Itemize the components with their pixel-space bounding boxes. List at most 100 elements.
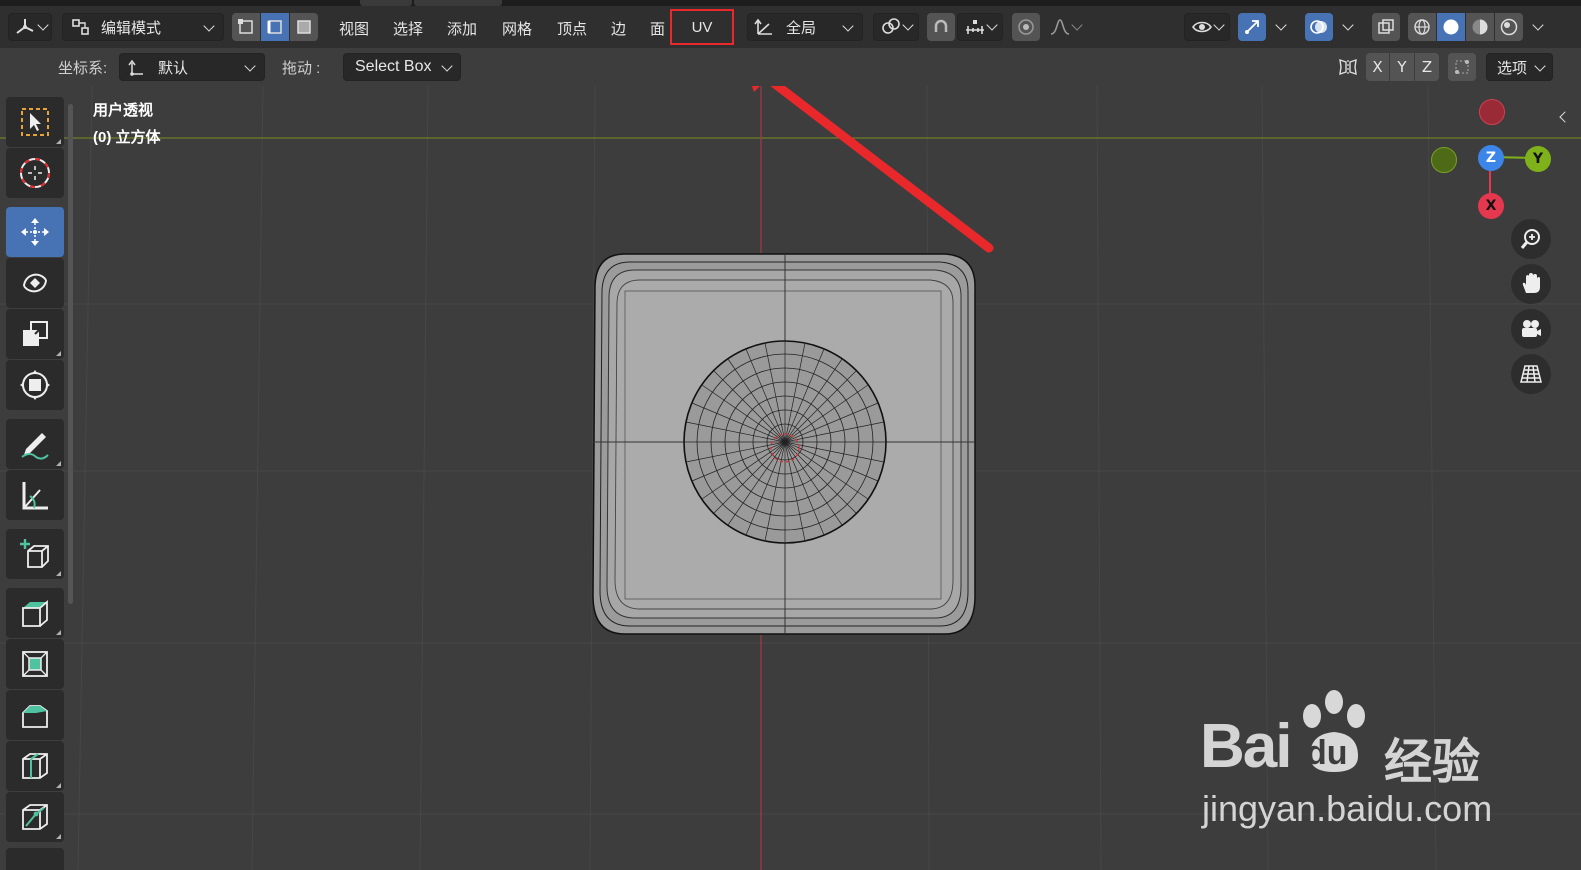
bevel-tool[interactable] bbox=[6, 690, 64, 740]
mirror-x-toggle[interactable]: X bbox=[1366, 53, 1389, 81]
tool-settings-bar: 坐标系: 默认 拖动 : Select Box X Y Z 选项 bbox=[0, 48, 1581, 86]
axes-editor-icon bbox=[15, 19, 33, 34]
pivot-point-dropdown[interactable] bbox=[873, 13, 919, 41]
gizmo-x-ball[interactable]: X bbox=[1478, 193, 1504, 219]
gizmo-y-ball[interactable]: Y bbox=[1525, 146, 1551, 172]
options-dropdown[interactable]: 选项 bbox=[1486, 53, 1553, 81]
drag-dropdown[interactable]: Select Box bbox=[343, 53, 461, 81]
add-cube-tool[interactable] bbox=[6, 529, 64, 579]
chevron-down-icon bbox=[244, 60, 256, 72]
menu-mesh[interactable]: 网格 bbox=[502, 16, 532, 40]
gizmo-dropdown[interactable] bbox=[1268, 13, 1294, 41]
scale-icon bbox=[23, 321, 48, 346]
drag-value: Select Box bbox=[355, 58, 432, 75]
gizmo-toggle[interactable] bbox=[1238, 13, 1266, 41]
more-tools-partial[interactable] bbox=[6, 848, 64, 870]
menu-edge[interactable]: 边 bbox=[611, 16, 626, 40]
object-name-text: (0) 立方体 bbox=[93, 129, 161, 146]
camera-icon bbox=[1522, 320, 1541, 337]
cursor-tool[interactable] bbox=[6, 148, 64, 198]
tool-more-indicator bbox=[56, 834, 61, 839]
editor-type-button[interactable] bbox=[8, 13, 52, 41]
perspective-grid-icon bbox=[1520, 365, 1542, 383]
falloff-curve-icon bbox=[1050, 19, 1070, 35]
shading-material-button[interactable] bbox=[1466, 13, 1494, 41]
camera-view-button[interactable] bbox=[1511, 309, 1551, 349]
watermark-url: jingyan.baidu.com bbox=[1202, 788, 1493, 829]
select-box-icon bbox=[21, 108, 49, 136]
gizmo-neg-y-ball[interactable] bbox=[1431, 147, 1457, 173]
auto-merge-toggle[interactable] bbox=[1448, 53, 1476, 81]
orientation-icon bbox=[754, 18, 772, 35]
menu-uv[interactable]: UV bbox=[670, 9, 734, 45]
eye-icon bbox=[1192, 21, 1212, 33]
shading-rendered-button[interactable] bbox=[1495, 13, 1523, 41]
shading-solid-button[interactable] bbox=[1437, 13, 1465, 41]
face-select-button[interactable] bbox=[290, 13, 318, 41]
mirror-y-toggle[interactable]: Y bbox=[1390, 53, 1414, 81]
menu-view[interactable]: 视图 bbox=[339, 16, 369, 40]
extrude-tool[interactable] bbox=[6, 588, 64, 638]
wireframe-sphere-icon bbox=[1414, 19, 1430, 35]
mirror-butterfly-icon bbox=[1339, 58, 1357, 76]
tool-more-indicator bbox=[56, 630, 61, 635]
hand-icon bbox=[1522, 273, 1540, 293]
proportional-editing-icon bbox=[1018, 19, 1034, 35]
tool-more-indicator bbox=[56, 139, 61, 144]
vertex-select-button[interactable] bbox=[232, 13, 260, 41]
falloff-dropdown[interactable] bbox=[1042, 13, 1088, 41]
move-tool[interactable] bbox=[6, 207, 64, 257]
toolbar-scrollbar[interactable] bbox=[68, 104, 73, 604]
transform-orientation-dropdown[interactable]: 全局 bbox=[747, 13, 863, 41]
overlays-icon bbox=[1310, 20, 1327, 34]
shading-dropdown[interactable] bbox=[1525, 13, 1551, 41]
edge-select-icon bbox=[267, 20, 282, 34]
transform-icon bbox=[20, 370, 50, 400]
mode-label: 编辑模式 bbox=[101, 18, 162, 37]
sidebar-toggle[interactable] bbox=[1554, 106, 1574, 128]
3d-viewport[interactable]: 用户透视 (0) 立方体 Z Y X Bai du 经验 jingyan.bai… bbox=[0, 86, 1581, 870]
chevron-down-icon bbox=[986, 19, 998, 31]
menu-select[interactable]: 选择 bbox=[393, 16, 423, 40]
visibility-dropdown[interactable] bbox=[1184, 13, 1230, 41]
snap-toggle[interactable] bbox=[927, 13, 955, 41]
gizmo-z-ball[interactable]: Z bbox=[1478, 145, 1504, 171]
chevron-down-icon bbox=[1275, 19, 1287, 31]
orientation-label: 全局 bbox=[786, 18, 817, 37]
coord-system-value: 默认 bbox=[158, 58, 189, 77]
proportional-editing-toggle[interactable] bbox=[1012, 13, 1040, 41]
transform-tool[interactable] bbox=[6, 360, 64, 410]
add-cube-icon bbox=[20, 539, 49, 568]
xray-toggle[interactable] bbox=[1372, 13, 1400, 41]
inset-tool[interactable] bbox=[6, 639, 64, 689]
edge-select-button[interactable] bbox=[261, 13, 289, 41]
rotate-tool[interactable] bbox=[6, 258, 64, 308]
overlays-dropdown[interactable] bbox=[1335, 13, 1361, 41]
overlays-toggle[interactable] bbox=[1305, 13, 1333, 41]
move-arrows-icon bbox=[21, 218, 49, 246]
scale-tool[interactable] bbox=[6, 309, 64, 359]
projection-toggle-button[interactable] bbox=[1511, 354, 1551, 394]
knife-tool[interactable] bbox=[6, 792, 64, 842]
menu-face[interactable]: 面 bbox=[650, 16, 665, 40]
increment-icon bbox=[966, 20, 984, 34]
mirror-icon-button[interactable] bbox=[1334, 53, 1362, 81]
zoom-button[interactable] bbox=[1511, 219, 1551, 259]
annotate-tool[interactable] bbox=[6, 419, 64, 469]
menu-vertex[interactable]: 顶点 bbox=[557, 16, 587, 40]
shading-wireframe-button[interactable] bbox=[1408, 13, 1436, 41]
select-box-tool[interactable] bbox=[6, 97, 64, 147]
mirror-z-toggle[interactable]: Z bbox=[1415, 53, 1439, 81]
gizmo-neg-x-ball[interactable] bbox=[1479, 99, 1505, 125]
measure-tool[interactable] bbox=[6, 470, 64, 520]
loop-cut-tool[interactable] bbox=[6, 741, 64, 791]
chevron-down-icon bbox=[203, 20, 215, 32]
menu-add[interactable]: 添加 bbox=[447, 16, 477, 40]
mode-dropdown[interactable]: 编辑模式 bbox=[62, 13, 224, 41]
chevron-down-icon bbox=[36, 19, 49, 31]
pan-button[interactable] bbox=[1511, 264, 1551, 304]
coord-system-dropdown[interactable]: 默认 bbox=[119, 53, 265, 81]
rendered-sphere-icon bbox=[1500, 18, 1518, 36]
link-icon bbox=[882, 18, 900, 34]
snap-target-dropdown[interactable] bbox=[957, 13, 1003, 41]
